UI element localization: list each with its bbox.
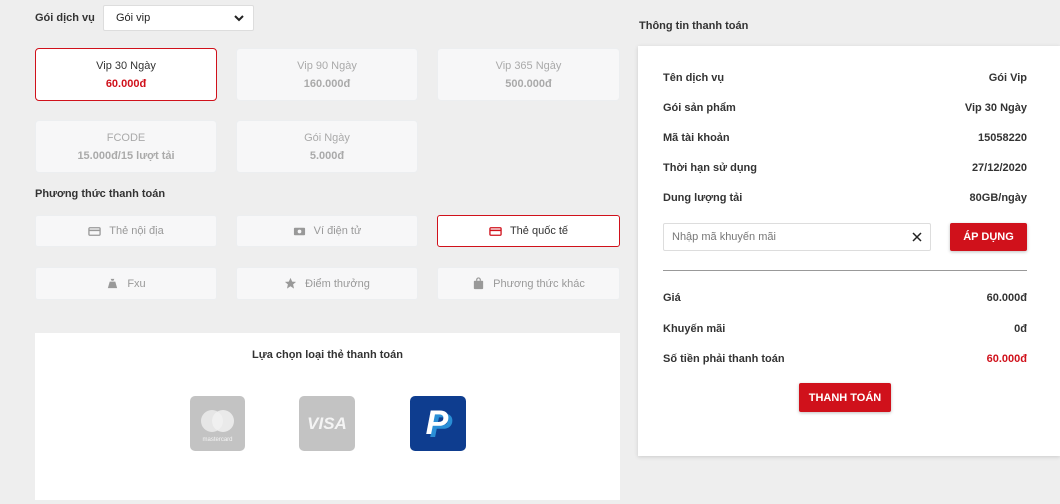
summary-value: 27/12/2020: [971, 162, 1027, 174]
package-vip-30[interactable]: Vip 30 Ngày 60.000đ: [35, 48, 217, 101]
package-price: 500.000đ: [505, 77, 552, 90]
payment-info-panel: Tên dịch vụ Gói Vip Gói sản phẩm Vip 30 …: [638, 46, 1060, 456]
summary-label: Tên dịch vụ: [663, 72, 725, 84]
summary-label: Mã tài khoản: [663, 132, 730, 144]
payment-method-label: Fxu: [127, 277, 146, 290]
summary-row-product: Gói sản phẩm Vip 30 Ngày: [663, 102, 1027, 114]
promo-code-input[interactable]: Nhập mã khuyến mãi: [663, 223, 931, 251]
card-type-title: Lựa chọn loại thẻ thanh toán: [252, 349, 403, 361]
summary-value: 15058220: [978, 132, 1027, 144]
package-price: 160.000đ: [303, 77, 351, 90]
package-price: 15.000đ/15 lượt tải: [77, 149, 175, 162]
apply-promo-button[interactable]: ÁP DỤNG: [950, 223, 1027, 251]
payment-method-domestic-card[interactable]: Thẻ nội địa: [35, 215, 217, 247]
visa-label: VISA: [307, 413, 347, 433]
card-icon: [489, 226, 502, 236]
summary-row-bandwidth: Dung lượng tải 80GB/ngày: [663, 192, 1027, 204]
card-type-panel: Lựa chọn loại thẻ thanh toán mastercard …: [35, 333, 620, 500]
total-value: 0đ: [1014, 323, 1027, 335]
money-bag-icon: [108, 278, 118, 289]
summary-label: Thời hạn sử dụng: [663, 162, 757, 174]
paypal-icon: P P: [426, 404, 453, 445]
payment-method-label: Thẻ quốc tế: [509, 225, 569, 237]
close-icon[interactable]: [912, 232, 922, 242]
payment-method-other[interactable]: Phương thức khác: [437, 267, 620, 300]
summary-value: 80GB/ngày: [969, 192, 1027, 204]
divider: [663, 270, 1027, 271]
paypal-glyph-front: P: [426, 404, 449, 442]
summary-value: Vip 30 Ngày: [964, 102, 1027, 114]
total-value: 60.000đ: [986, 292, 1027, 304]
total-label: Khuyến mãi: [663, 323, 726, 335]
mastercard-icon: mastercard: [201, 410, 234, 443]
card-icon: [88, 226, 102, 236]
package-vip-365[interactable]: Vip 365 Ngày 500.000đ: [437, 48, 620, 101]
total-row-price: Giá 60.000đ: [663, 292, 1027, 304]
service-label: Gói dịch vụ: [35, 12, 95, 24]
payment-method-e-wallet[interactable]: Ví điện tử: [236, 215, 418, 247]
package-name: Gói Ngày: [304, 131, 350, 144]
star-icon: [285, 277, 297, 289]
bag-icon: [474, 277, 484, 290]
paypal-logo[interactable]: P P: [410, 396, 466, 451]
package-price: 60.000đ: [105, 77, 147, 90]
summary-label: Dung lượng tải: [663, 192, 743, 204]
total-label: Giá: [663, 292, 681, 304]
chevron-down-icon: [234, 15, 244, 22]
payment-method-international-card[interactable]: Thẻ quốc tế: [437, 215, 620, 247]
mastercard-logo[interactable]: mastercard: [190, 396, 245, 451]
service-select-value: Gói vip: [116, 12, 151, 24]
total-value: 60.000đ: [986, 353, 1027, 365]
package-price: 5.000đ: [309, 149, 345, 162]
mastercard-label: mastercard: [202, 437, 232, 443]
package-fcode[interactable]: FCODE 15.000đ/15 lượt tải: [35, 120, 217, 173]
payment-method-fxu[interactable]: Fxu: [35, 267, 217, 300]
summary-row-account: Mã tài khoản 15058220: [663, 132, 1027, 144]
payment-method-label: Ví điện tử: [313, 225, 362, 237]
total-label: Số tiền phải thanh toán: [663, 353, 785, 365]
package-name: Vip 30 Ngày: [96, 59, 156, 72]
payment-method-label: Phương thức khác: [493, 277, 585, 290]
payment-method-label: Thẻ nội địa: [109, 225, 164, 237]
payment-method-reward-points[interactable]: Điểm thưởng: [236, 267, 418, 300]
visa-logo[interactable]: VISA: [299, 396, 355, 451]
total-row-discount: Khuyến mãi 0đ: [663, 323, 1027, 335]
package-name: FCODE: [106, 131, 146, 144]
payment-method-label: Phương thức thanh toán: [35, 188, 166, 200]
package-name: Vip 90 Ngày: [297, 59, 357, 72]
summary-row-expiry: Thời hạn sử dụng 27/12/2020: [663, 162, 1027, 174]
package-name: Vip 365 Ngày: [495, 59, 562, 72]
promo-code-placeholder: Nhập mã khuyến mãi: [672, 231, 776, 243]
pay-button[interactable]: THANH TOÁN: [799, 383, 891, 412]
service-select[interactable]: Gói vip: [103, 5, 254, 31]
payment-info-title: Thông tin thanh toán: [639, 20, 749, 32]
total-row-amount-due: Số tiền phải thanh toán 60.000đ: [663, 353, 1027, 365]
wallet-icon: [293, 227, 305, 235]
package-vip-90[interactable]: Vip 90 Ngày 160.000đ: [236, 48, 418, 101]
summary-value: Gói Vip: [988, 72, 1027, 84]
package-goi-ngay[interactable]: Gói Ngày 5.000đ: [236, 120, 418, 173]
summary-row-service: Tên dịch vụ Gói Vip: [663, 72, 1027, 84]
summary-label: Gói sản phẩm: [663, 102, 736, 114]
payment-method-label: Điểm thưởng: [305, 277, 370, 290]
